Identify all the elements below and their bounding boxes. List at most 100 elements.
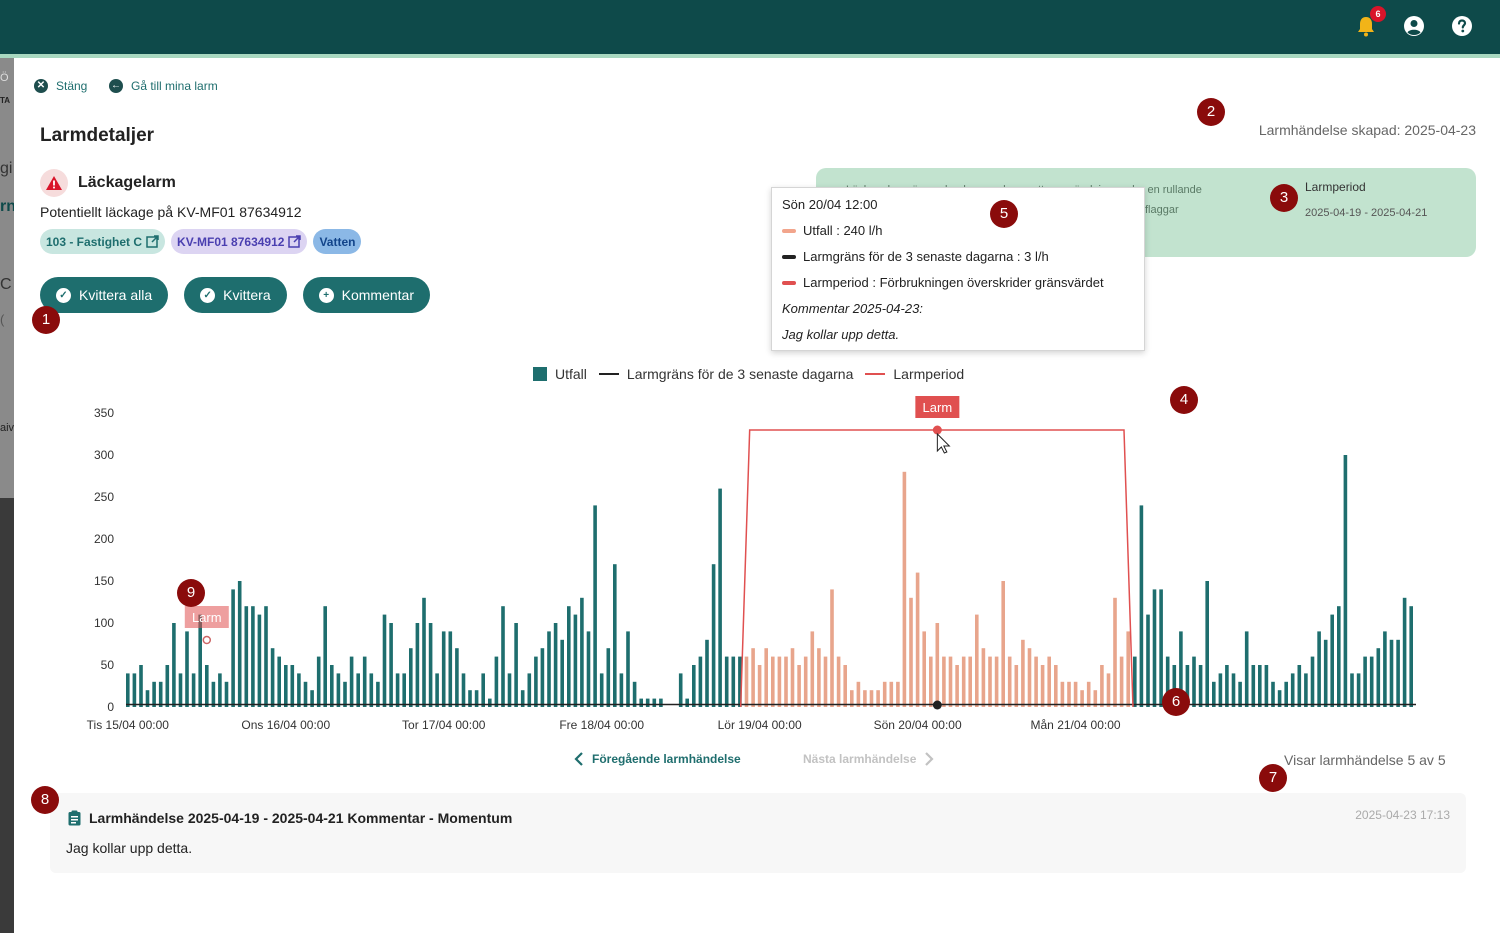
bar [784, 656, 788, 707]
bar [1244, 631, 1249, 707]
bar [856, 681, 861, 707]
bar [1073, 681, 1078, 707]
bar [935, 623, 940, 707]
bar [929, 656, 933, 707]
bar [1383, 631, 1387, 707]
bar [922, 631, 926, 707]
tooltip-time: Sön 20/04 12:00 [782, 197, 878, 212]
bar [1027, 648, 1032, 707]
bar [224, 681, 229, 707]
bar [330, 665, 334, 707]
bar [757, 665, 762, 707]
bar [251, 606, 255, 707]
bar [994, 656, 999, 707]
x-tick-label: Fre 18/04 00:00 [559, 718, 644, 732]
bar [645, 698, 650, 707]
bar [573, 614, 578, 707]
bar [718, 488, 722, 707]
bar [1369, 656, 1374, 707]
callout-marker: 8 [31, 786, 59, 814]
callout-marker: 7 [1259, 764, 1287, 792]
bar [1040, 665, 1045, 707]
x-tick-label: Lör 19/04 00:00 [718, 718, 802, 732]
callout-marker: 2 [1197, 98, 1225, 126]
bar [244, 606, 249, 707]
bar [158, 681, 163, 707]
bar [132, 673, 137, 707]
bar [1297, 665, 1302, 707]
bar [1337, 606, 1341, 707]
tooltip-swatch [782, 254, 796, 259]
bar [711, 564, 716, 707]
comment-body: Jag kollar upp detta. [66, 840, 193, 856]
comment-title: Larmhändelse 2025-04-19 - 2025-04-21 Kom… [68, 810, 512, 826]
alarm-point [202, 635, 212, 645]
bar [362, 656, 367, 707]
bar [1225, 665, 1229, 707]
bar [514, 623, 518, 707]
tooltip-utfall: Utfall : 240 l/h [782, 223, 883, 238]
bar [488, 698, 492, 707]
bar [218, 673, 222, 707]
callout-marker: 5 [990, 200, 1018, 228]
bar [369, 673, 374, 707]
bar [1060, 681, 1065, 707]
bar [764, 648, 768, 707]
bar [1014, 665, 1019, 707]
bar [165, 665, 170, 707]
bar [211, 681, 216, 707]
next-event-button[interactable]: Nästa larmhändelse [803, 752, 934, 766]
bar [185, 631, 189, 707]
bar [1409, 606, 1413, 707]
bar [988, 656, 992, 707]
bar [626, 631, 630, 707]
y-tick-label: 350 [94, 406, 114, 420]
bar [981, 648, 986, 707]
bar [1271, 681, 1275, 707]
bar [619, 673, 624, 707]
comment-card: Larmhändelse 2025-04-19 - 2025-04-21 Kom… [50, 793, 1466, 873]
bar [237, 581, 242, 707]
bar [1152, 589, 1157, 707]
bar [731, 656, 736, 707]
chevron-right-icon [925, 752, 934, 766]
bar [1376, 648, 1381, 707]
bar [613, 564, 617, 707]
bar [290, 665, 295, 707]
bar [323, 606, 327, 707]
bar [797, 665, 801, 707]
previous-event-button[interactable]: Föregående larmhändelse [574, 752, 741, 766]
bar [1363, 656, 1367, 707]
bar [1350, 673, 1354, 707]
y-tick-label: 200 [94, 532, 114, 546]
bar [409, 648, 413, 707]
bar [1310, 656, 1315, 707]
bar [1402, 597, 1407, 707]
bar [1119, 656, 1124, 707]
bar [1126, 631, 1130, 707]
tooltip-swatch [782, 280, 796, 285]
bar [567, 606, 571, 707]
bar [481, 673, 485, 707]
bar [889, 681, 894, 707]
bar [1021, 639, 1025, 707]
bar [1047, 656, 1051, 707]
pager-label: Nästa larmhändelse [803, 752, 917, 766]
tooltip-swatch [782, 228, 796, 233]
bar [915, 572, 920, 707]
bar [1086, 681, 1091, 707]
bar [652, 698, 657, 707]
callout-marker: 3 [1270, 184, 1298, 212]
bar [1251, 665, 1256, 707]
bar [678, 673, 683, 707]
bar [685, 698, 689, 707]
bar [698, 656, 703, 707]
bar [277, 656, 281, 707]
bar [527, 673, 532, 707]
callout-marker: 1 [32, 306, 60, 334]
alarm-flag-label: Larm [923, 400, 953, 415]
tooltip-period: Larmperiod : Förbrukningen överskrider g… [782, 275, 1104, 290]
bar [790, 648, 795, 707]
y-tick-label: 300 [94, 448, 114, 462]
bar [830, 589, 834, 707]
